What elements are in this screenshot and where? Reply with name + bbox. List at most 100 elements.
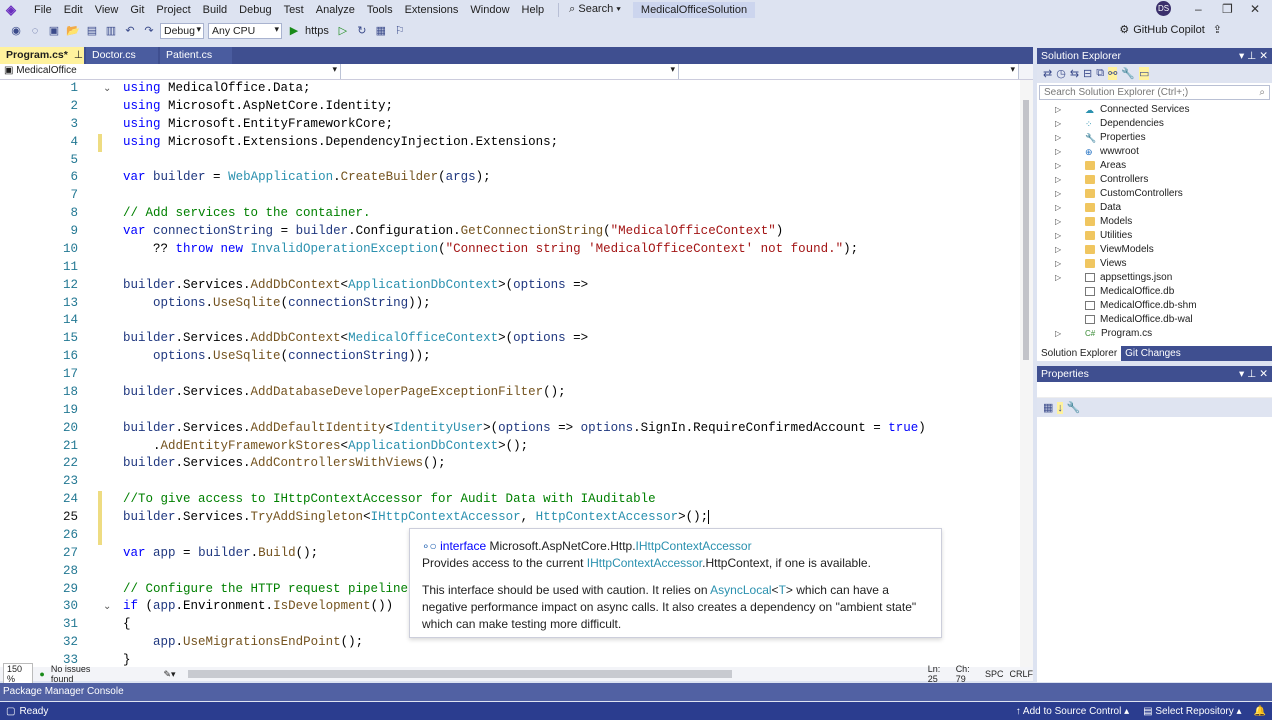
- whitespace-indicator[interactable]: SPC: [985, 669, 1004, 679]
- member-dropdown[interactable]: [679, 64, 1019, 79]
- tree-item[interactable]: ▷ CustomControllers: [1037, 186, 1272, 200]
- collapse-icon[interactable]: ⌄: [103, 601, 111, 612]
- pin-icon[interactable]: ⊥: [74, 49, 83, 62]
- menu-debug[interactable]: Debug: [235, 4, 279, 16]
- filter-icon[interactable]: ⚯: [1108, 67, 1118, 80]
- hot-reload-icon[interactable]: ↻: [354, 23, 370, 39]
- menu-test[interactable]: Test: [280, 4, 312, 16]
- forward-icon[interactable]: ◌: [27, 23, 43, 39]
- alphabetical-icon[interactable]: ↓: [1057, 401, 1063, 414]
- tree-item[interactable]: ▷ ⊕ wwwroot: [1037, 144, 1272, 158]
- tree-item[interactable]: ▷ Utilities: [1037, 228, 1272, 242]
- save-all-icon[interactable]: ▥: [103, 23, 119, 39]
- tab-doctor-cs[interactable]: Doctor.cs: [86, 47, 158, 64]
- tooltip-type-link[interactable]: IHttpContextAccessor: [636, 539, 752, 553]
- expand-icon[interactable]: ▷: [1055, 189, 1061, 198]
- vertical-scrollbar[interactable]: [1020, 80, 1033, 667]
- tab-patient-cs[interactable]: Patient.cs: [160, 47, 232, 64]
- expand-icon[interactable]: ▷: [1055, 133, 1061, 142]
- avatar[interactable]: DS: [1156, 1, 1171, 16]
- menu-edit[interactable]: Edit: [60, 4, 91, 16]
- preview-icon[interactable]: ▭: [1139, 67, 1150, 80]
- menu-build[interactable]: Build: [199, 4, 235, 16]
- tab-solution-explorer[interactable]: Solution Explorer: [1037, 346, 1122, 361]
- add-to-source-control-button[interactable]: ↑ Add to Source Control ▴: [1016, 706, 1129, 717]
- github-copilot-button[interactable]: ⚙ GitHub Copilot ⇪: [1119, 23, 1222, 37]
- search-icon[interactable]: ⌕: [1259, 87, 1265, 98]
- code-cleanup-icon[interactable]: ✎▾: [164, 669, 176, 680]
- menu-git[interactable]: Git: [126, 4, 152, 16]
- panel-controls[interactable]: ▾ ⊥ ✕: [1239, 50, 1268, 62]
- expand-icon[interactable]: ▷: [1055, 161, 1061, 170]
- save-icon[interactable]: ▤: [84, 23, 100, 39]
- tab-git-changes[interactable]: Git Changes: [1121, 346, 1185, 361]
- zoom-select[interactable]: 150 %: [3, 663, 34, 685]
- tree-item[interactable]: ▷ Data: [1037, 200, 1272, 214]
- redo-icon[interactable]: ↷: [141, 23, 157, 39]
- tree-item[interactable]: MedicalOffice.db: [1037, 284, 1272, 298]
- solution-search-input[interactable]: Search Solution Explorer (Ctrl+;) ⌕: [1039, 85, 1270, 100]
- expand-icon[interactable]: ▷: [1055, 231, 1061, 240]
- property-pages-icon[interactable]: 🔧: [1067, 401, 1081, 414]
- tree-item[interactable]: MedicalOffice.db-wal: [1037, 312, 1272, 326]
- configuration-select[interactable]: Debug: [160, 22, 204, 39]
- column-indicator[interactable]: Ch: 79: [956, 664, 979, 684]
- undo-icon[interactable]: ↶: [122, 23, 138, 39]
- object-select[interactable]: [1037, 382, 1272, 398]
- expand-icon[interactable]: ▷: [1055, 245, 1061, 254]
- line-ending-indicator[interactable]: CRLF: [1009, 669, 1033, 679]
- tree-item[interactable]: ▷ 🔧 Properties: [1037, 130, 1272, 144]
- new-project-icon[interactable]: ▣: [46, 23, 62, 39]
- browser-link-icon[interactable]: ▦: [373, 23, 389, 39]
- project-dropdown[interactable]: ▣ MedicalOffice: [0, 64, 341, 79]
- notifications-icon[interactable]: 🔔: [1254, 706, 1266, 717]
- tree-item[interactable]: ▷ Models: [1037, 214, 1272, 228]
- tree-item[interactable]: ▷ Views: [1037, 256, 1272, 270]
- tooltip-remarks-link[interactable]: AsyncLocal: [710, 583, 771, 597]
- expand-icon[interactable]: ▷: [1055, 119, 1061, 128]
- type-dropdown[interactable]: [341, 64, 679, 79]
- menu-extensions[interactable]: Extensions: [401, 4, 467, 16]
- panel-controls[interactable]: ▾ ⊥ ✕: [1239, 368, 1268, 380]
- bookmark-icon[interactable]: ⚐: [392, 23, 408, 39]
- show-all-files-icon[interactable]: ⧉: [1096, 67, 1104, 80]
- minimize-icon[interactable]: –: [1195, 2, 1202, 16]
- expand-icon[interactable]: ▷: [1055, 147, 1061, 156]
- expand-icon[interactable]: ▷: [1055, 273, 1061, 282]
- tree-item[interactable]: ▷ ViewModels: [1037, 242, 1272, 256]
- tree-item[interactable]: ▷ C# Program.cs: [1037, 326, 1272, 340]
- tab-program-cs[interactable]: Program.cs*⊥×: [0, 47, 95, 64]
- collapse-all-icon[interactable]: ⊟: [1083, 67, 1092, 80]
- start-without-debugging-icon[interactable]: ▷: [335, 23, 351, 39]
- expand-icon[interactable]: ▷: [1055, 259, 1061, 268]
- run-icon[interactable]: ▶: [286, 23, 302, 39]
- issues-status[interactable]: No issues found: [51, 664, 108, 684]
- menu-view[interactable]: View: [91, 4, 127, 16]
- history-icon[interactable]: ◷: [1056, 67, 1066, 80]
- menu-project[interactable]: Project: [152, 4, 198, 16]
- properties-icon[interactable]: 🔧: [1121, 67, 1135, 80]
- platform-select[interactable]: Any CPU: [208, 22, 282, 39]
- collapse-icon[interactable]: ⌄: [103, 83, 111, 94]
- switch-views-icon[interactable]: ⇄: [1043, 67, 1052, 80]
- expand-icon[interactable]: ▷: [1055, 203, 1061, 212]
- line-indicator[interactable]: Ln: 25: [928, 664, 950, 684]
- tree-item[interactable]: ▷ Controllers: [1037, 172, 1272, 186]
- tree-item[interactable]: ▷ ⁘ Dependencies: [1037, 116, 1272, 130]
- open-icon[interactable]: 📂: [65, 23, 81, 39]
- package-manager-console-tab[interactable]: Package Manager Console: [0, 683, 1272, 701]
- sync-icon[interactable]: ⇆: [1070, 67, 1079, 80]
- tree-item[interactable]: ▷ ☁ Connected Services: [1037, 102, 1272, 116]
- menu-help[interactable]: Help: [518, 4, 553, 16]
- search-button[interactable]: ⌕ Search ▾: [565, 3, 629, 16]
- run-target[interactable]: https: [305, 25, 329, 37]
- tree-item[interactable]: ▷ Areas: [1037, 158, 1272, 172]
- tooltip-summary-link[interactable]: IHttpContextAccessor: [587, 556, 702, 570]
- menu-analyze[interactable]: Analyze: [312, 4, 363, 16]
- restore-icon[interactable]: ❐: [1222, 2, 1233, 16]
- menu-file[interactable]: File: [30, 4, 60, 16]
- close-icon[interactable]: ✕: [1250, 2, 1260, 16]
- expand-icon[interactable]: ▷: [1055, 217, 1061, 226]
- share-icon[interactable]: ⇪: [1213, 23, 1222, 36]
- menu-window[interactable]: Window: [466, 4, 517, 16]
